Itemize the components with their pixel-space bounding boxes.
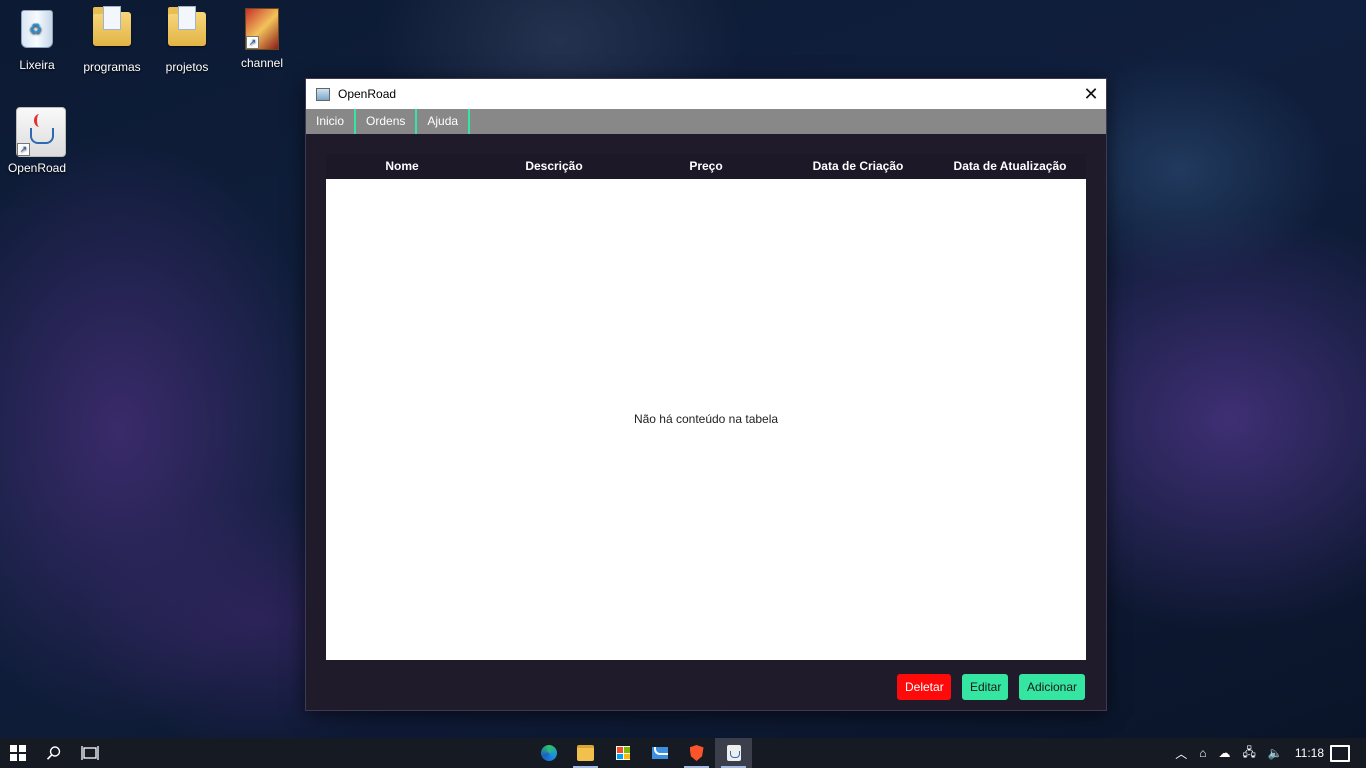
chevron-up-icon[interactable]: ︿ <box>1175 745 1187 762</box>
desktop-icon-label: projetos <box>165 60 209 74</box>
table-header: Nome Descrição Preço Data de Criação Dat… <box>326 154 1086 179</box>
menu-item-inicio[interactable]: Inicio <box>306 109 357 134</box>
add-button[interactable]: Adicionar <box>1019 674 1085 700</box>
taskbar-app-file-explorer[interactable] <box>567 738 604 768</box>
java-icon: ↗ <box>16 107 66 157</box>
taskbar-app-edge[interactable] <box>530 738 567 768</box>
edit-button[interactable]: Editar <box>962 674 1008 700</box>
app-window-icon <box>316 87 330 101</box>
column-header-preco[interactable]: Preço <box>630 154 782 179</box>
taskbar-app-mail[interactable] <box>641 738 678 768</box>
start-button[interactable] <box>0 738 36 768</box>
column-header-data-atualizacao[interactable]: Data de Atualização <box>934 154 1086 179</box>
window-title: OpenRoad <box>338 87 397 101</box>
delete-button[interactable]: Deletar <box>897 674 951 700</box>
onedrive-error-icon[interactable]: ☁ <box>1219 746 1231 760</box>
network-icon[interactable]: 🖧 <box>1243 743 1256 764</box>
java-icon <box>726 745 741 761</box>
main-content: Nome Descrição Preço Data de Criação Dat… <box>306 134 1106 710</box>
store-icon <box>615 746 630 760</box>
system-tray: ︿ ⌂ ☁ 🖧 🔈 11:18 <box>1169 738 1366 768</box>
desktop-icon-label: Lixeira <box>19 58 55 72</box>
windows-logo-icon <box>10 745 26 761</box>
column-header-data-criacao[interactable]: Data de Criação <box>782 154 934 179</box>
taskbar-app-java[interactable] <box>715 738 752 768</box>
openroad-window: OpenRoad ✕ Inicio Ordens Ajuda Nome Desc… <box>305 78 1107 711</box>
table-body[interactable]: Não há conteúdo na tabela <box>326 179 1086 660</box>
taskbar: ︿ ⌂ ☁ 🖧 🔈 11:18 <box>0 738 1366 768</box>
column-header-descricao[interactable]: Descrição <box>478 154 630 179</box>
mail-icon <box>651 747 668 759</box>
desktop-icon-projetos[interactable]: projetos <box>151 6 223 74</box>
desktop-icon-channel[interactable]: ↗ channel <box>226 8 298 70</box>
close-button[interactable]: ✕ <box>1076 79 1106 109</box>
task-view-button[interactable] <box>72 738 108 768</box>
file-explorer-icon <box>577 745 594 761</box>
taskbar-app-brave[interactable] <box>678 738 715 768</box>
products-table[interactable]: Nome Descrição Preço Data de Criação Dat… <box>326 154 1086 660</box>
desktop-icon-recycle-bin[interactable]: ♻ Lixeira <box>1 8 73 72</box>
title-bar[interactable]: OpenRoad ✕ <box>306 79 1106 109</box>
menu-item-ajuda[interactable]: Ajuda <box>417 109 471 134</box>
folder-icon <box>168 6 206 46</box>
shortcut-image-icon: ↗ <box>245 8 279 50</box>
menu-item-ordens[interactable]: Ordens <box>356 109 418 134</box>
desktop-icon-label: programas <box>83 60 141 74</box>
empty-table-message: Não há conteúdo na tabela <box>633 412 779 426</box>
brave-icon <box>689 745 704 761</box>
desktop-icon-programas[interactable]: programas <box>76 6 148 74</box>
meet-now-icon[interactable]: ⌂ <box>1199 746 1206 760</box>
desktop-icon-openroad[interactable]: ↗ OpenRoad <box>1 107 73 175</box>
search-button[interactable] <box>36 738 72 768</box>
desktop-icon-label: channel <box>240 56 284 70</box>
notification-center-icon[interactable] <box>1330 744 1350 762</box>
pinned-apps <box>530 738 752 768</box>
volume-icon[interactable]: 🔈 <box>1268 746 1283 760</box>
taskbar-app-store[interactable] <box>604 738 641 768</box>
search-icon <box>46 746 61 760</box>
task-view-icon <box>81 746 99 760</box>
menu-bar: Inicio Ordens Ajuda <box>306 109 1106 134</box>
clock[interactable]: 11:18 <box>1295 746 1324 760</box>
folder-icon <box>93 6 131 46</box>
desktop-icon-label: OpenRoad <box>7 161 67 175</box>
column-header-nome[interactable]: Nome <box>326 154 478 179</box>
edge-icon <box>540 745 557 761</box>
recycle-bin-icon: ♻ <box>21 10 53 48</box>
